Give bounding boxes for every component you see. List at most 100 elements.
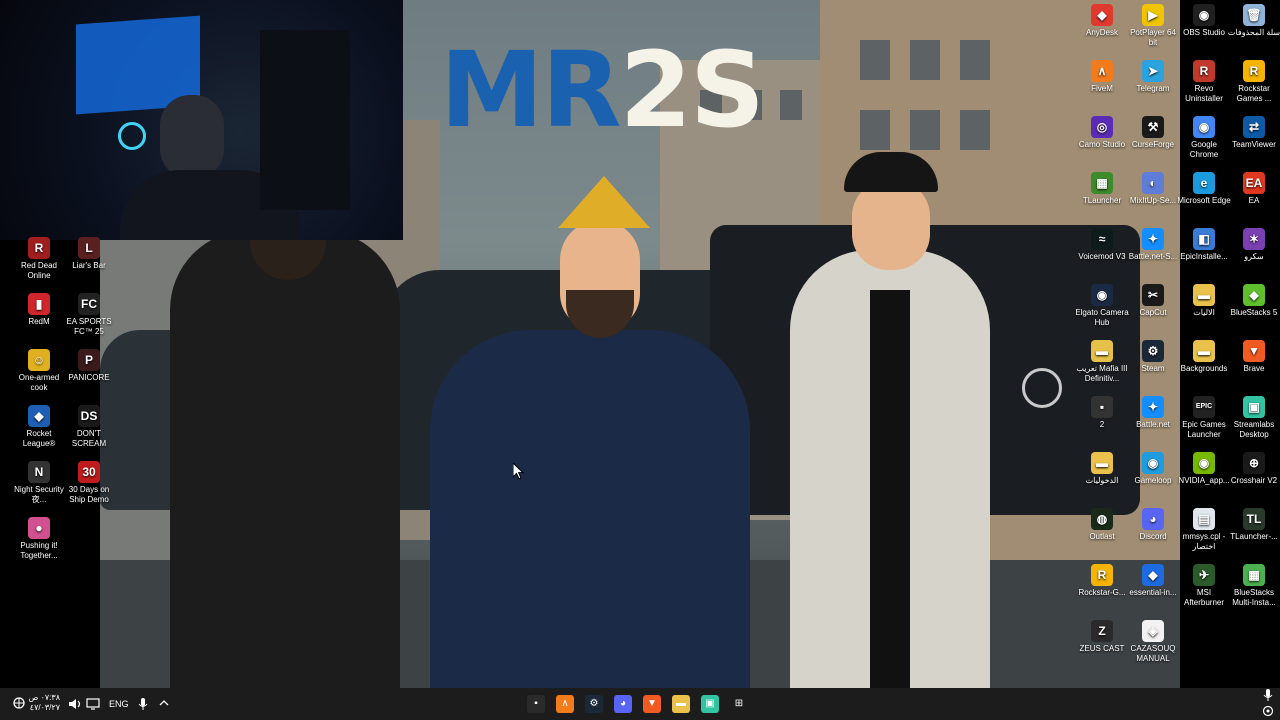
desktop-icon-al-dakhiliyat[interactable]: ▬ الدخوليات (1074, 452, 1130, 486)
essential-in-icon: ◆ (1142, 564, 1164, 586)
desktop-icon-redm[interactable]: ▮ RedM (11, 293, 67, 327)
desktop-icon-cazasouq-manual[interactable]: ◈ CAZASOUQ MANUAL (1125, 620, 1181, 664)
desktop-icon-bluestacks-5[interactable]: ◆ BlueStacks 5 (1226, 284, 1280, 318)
desktop-icon-backgrounds[interactable]: ▬ Backgrounds (1176, 340, 1232, 374)
desktop-icon-telegram[interactable]: ➤ Telegram (1125, 60, 1181, 94)
desktop-icon-streamlabs-desktop[interactable]: ▣ Streamlabs Desktop (1226, 396, 1280, 440)
desktop-icon-microsoft-edge[interactable]: e Microsoft Edge (1176, 172, 1232, 206)
desktop-icon-panicore[interactable]: P PANICORE (61, 349, 117, 383)
desktop-icon-night-security[interactable]: N Night Security 夜... (11, 461, 67, 505)
panicore-icon: P (78, 349, 100, 371)
desktop-icon-battle-net-setup[interactable]: ✦ Battle.net-S... (1125, 228, 1181, 262)
desktop-icon-mixitup[interactable]: ◐ MixItUp-Se... (1125, 172, 1181, 206)
desktop-icon-elgato-camera-hub[interactable]: ◉ Elgato Camera Hub (1074, 284, 1130, 328)
desktop-icon-label: RedM (28, 317, 50, 326)
desktop-icon-crosshair-v2[interactable]: ⊕ Crosshair V2 (1226, 452, 1280, 486)
display-icon[interactable] (86, 697, 100, 713)
desktop-icon-google-chrome[interactable]: ◉ Google Chrome (1176, 116, 1232, 160)
desktop-icon-mmsys-shortcut[interactable]: ▤ mmsys.cpl - اختصار (1176, 508, 1232, 552)
desktop-icon-mafia-3[interactable]: ▬ تعريب Mafia III Definitiv... (1074, 340, 1130, 384)
desktop-icon-brave[interactable]: ▼ Brave (1226, 340, 1280, 374)
desktop-icon-camo-studio[interactable]: ◎ Camo Studio (1074, 116, 1130, 150)
clock[interactable]: ٠٧:٣٨ ص ٤٧/٠٣/٢٧ (28, 693, 60, 713)
desktop-icon-epic-installer[interactable]: ◧ EpicInstalle... (1176, 228, 1232, 262)
redm-icon: ▮ (28, 293, 50, 315)
taskbar-microphone-icon[interactable] (1262, 688, 1274, 704)
desktop-icon-nvidia-app[interactable]: ◉ NVIDIA_app... (1176, 452, 1232, 486)
app-discord-icon[interactable]: ◕ (614, 695, 632, 713)
desktop-icon-bluestacks-multi[interactable]: ▦ BlueStacks Multi-Insta... (1226, 564, 1280, 608)
network-icon[interactable] (12, 696, 26, 712)
desktop-icon-label: Liar's Bar (72, 261, 106, 270)
cazasouq-manual-icon: ◈ (1142, 620, 1164, 642)
desktop-icon-label: 2 (1099, 420, 1105, 429)
desktop-icon-folder-2[interactable]: ▪ 2 (1074, 396, 1130, 430)
curseforge-icon: ⚒ (1142, 116, 1164, 138)
potplayer-icon: ▶ (1142, 4, 1164, 26)
desktop-icon-red-dead-online[interactable]: R Red Dead Online (11, 237, 67, 281)
zeus-cast-icon: Z (1091, 620, 1113, 642)
desktop-icon-voicemod[interactable]: ≈ Voicemod V3 (1074, 228, 1130, 262)
discord-icon: ◕ (1142, 508, 1164, 530)
desktop-icon-epic-games-launcher[interactable]: EPIC Epic Games Launcher (1176, 396, 1232, 440)
app-start-icon[interactable]: ⊞ (730, 695, 748, 713)
desktop-icon-anydesk[interactable]: ◆ AnyDesk (1074, 4, 1130, 38)
desktop-icon-dont-scream[interactable]: DS DON'T SCREAM (61, 405, 117, 449)
show-hidden-icons-chevron-icon[interactable] (158, 697, 170, 711)
desktop-icon-recycle-bin[interactable]: 🗑 سلة المحذوفات (1226, 4, 1280, 38)
gameloop-icon: ◉ (1142, 452, 1164, 474)
microphone-icon[interactable] (137, 697, 149, 713)
desktop-icon-tlauncher-1[interactable]: ▦ TLauncher (1074, 172, 1130, 206)
desktop-icon-label: Camo Studio (1078, 140, 1126, 149)
desktop-icon-battle-net[interactable]: ✦ Battle.net (1125, 396, 1181, 430)
desktop-icon-label: Streamlabs Desktop (1233, 420, 1275, 439)
app-streamlabs-icon[interactable]: ▣ (701, 695, 719, 713)
desktop-icon-label: TLauncher-... (1230, 532, 1278, 541)
desktop-icon-obs-studio[interactable]: ◉ OBS Studio (1176, 4, 1232, 38)
desktop-icon-al-alliyat[interactable]: ▬ الاليات (1176, 284, 1232, 318)
desktop-icon-label: Telegram (1136, 84, 1170, 93)
desktop-icon-curseforge[interactable]: ⚒ CurseForge (1125, 116, 1181, 150)
app-fivem-icon[interactable]: ∧ (556, 695, 574, 713)
desktop-icon-rockstar-g-setup[interactable]: R Rockstar-G... (1074, 564, 1130, 598)
app-steam-icon[interactable]: ⚙ (585, 695, 603, 713)
app-file-explorer-icon[interactable]: ▬ (672, 695, 690, 713)
desktop-icon-liars-bar[interactable]: L Liar's Bar (61, 237, 117, 271)
desktop-icon-capcut[interactable]: ✂ CapCut (1125, 284, 1181, 318)
desktop-icon-gameloop[interactable]: ◉ Gameloop (1125, 452, 1181, 486)
camo-studio-icon: ◎ (1091, 116, 1113, 138)
desktop-icon-label: تعريب Mafia III Definitiv... (1076, 364, 1128, 383)
desktop-icon-sakro[interactable]: ✶ سكرو (1226, 228, 1280, 262)
app-brave-icon[interactable]: ▼ (643, 695, 661, 713)
desktop-icon-one-armed-cook[interactable]: ☺ One-armed cook (11, 349, 67, 393)
desktop-icon-30-days-on-ship[interactable]: 30 30 Days on Ship Demo (61, 461, 117, 505)
desktop-icon-label: EpicInstalle... (1180, 252, 1228, 261)
dont-scream-icon: DS (78, 405, 100, 427)
desktop-icon-label: Rockstar-G... (1078, 588, 1126, 597)
desktop-icon-teamviewer[interactable]: ⇄ TeamViewer (1226, 116, 1280, 150)
language-indicator[interactable]: ENG (109, 699, 129, 709)
desktop-icon-label: MixItUp-Se... (1129, 196, 1177, 205)
desktop-icon-essential-in[interactable]: ◆ essential-in... (1125, 564, 1181, 598)
desktop-icon-rockstar-games[interactable]: R Rockstar Games ... (1226, 60, 1280, 104)
desktop-icon-discord[interactable]: ◕ Discord (1125, 508, 1181, 542)
sakro-icon: ✶ (1243, 228, 1265, 250)
desktop-icon-rocket-league[interactable]: ◆ Rocket League® (11, 405, 67, 449)
volume-icon[interactable] (68, 697, 82, 713)
desktop-icon-outlast[interactable]: ◍ Outlast (1074, 508, 1130, 542)
mercedes-emblem-icon (1022, 368, 1062, 408)
desktop-icon-revo-uninstaller[interactable]: R Revo Uninstaller (1176, 60, 1232, 104)
desktop-icon-fivem[interactable]: ∧ FiveM (1074, 60, 1130, 94)
desktop-icon-msi-afterburner[interactable]: ✈ MSI Afterburner (1176, 564, 1232, 608)
desktop-icon-tlauncher-2[interactable]: TL TLauncher-... (1226, 508, 1280, 542)
desktop-icon-pushing-it-together[interactable]: ● Pushing it! Together... (11, 517, 67, 561)
desktop-icon-potplayer[interactable]: ▶ PotPlayer 64 bit (1125, 4, 1181, 48)
app-terminal-icon[interactable]: ▪ (527, 695, 545, 713)
desktop-icon-zeus-cast[interactable]: Z ZEUS CAST (1074, 620, 1130, 654)
desktop-icon-label: Battle.net-S... (1128, 252, 1178, 261)
desktop-icon-ea[interactable]: EA EA (1226, 172, 1280, 206)
notifications-icon[interactable] (1262, 705, 1274, 719)
desktop-icon-steam[interactable]: ⚙ Steam (1125, 340, 1181, 374)
desktop-icon-ea-sports-fc-25[interactable]: FC EA SPORTS FC™ 25 (61, 293, 117, 337)
desktop-icon-label: Gameloop (1134, 476, 1172, 485)
